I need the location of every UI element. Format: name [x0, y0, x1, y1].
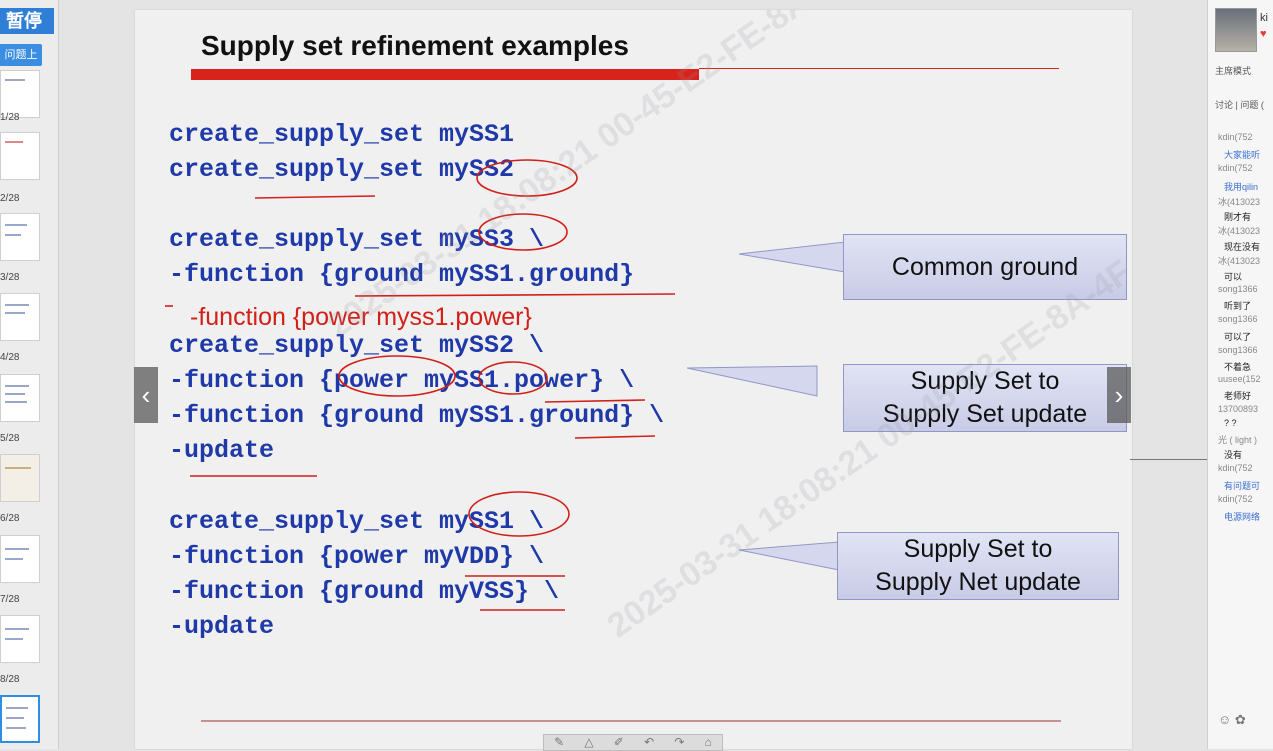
drawing-toolbar: ✎ △ ✐ ↶ ↷ ⌂: [543, 734, 723, 751]
chat-sender: uusee(152: [1218, 374, 1261, 384]
heart-icon[interactable]: ♥: [1260, 28, 1267, 40]
slide-thumbnail-6[interactable]: [0, 454, 40, 502]
chat-message: 大家能听: [1224, 150, 1261, 160]
callout-supply-set-update-line2: Supply Set update: [882, 400, 1088, 428]
redo-icon[interactable]: ↷: [674, 735, 684, 750]
thumbnail-page-label: 3/28: [0, 272, 20, 283]
thumbnail-page-label: 1/28: [0, 112, 20, 123]
slide-thumbnail-8[interactable]: [0, 615, 40, 663]
chat-message: 刚才有: [1224, 212, 1252, 222]
slide-thumbnail-sidebar: 暂停 问题上传 1/28 2/28 3/28 4/28 5/28 6/28 7/…: [0, 0, 59, 749]
slide-bottom-rule: [201, 720, 1061, 722]
chat-message: 不着急: [1224, 362, 1252, 372]
chat-sender: kdin(752: [1218, 163, 1253, 173]
chat-message: 我用qilin: [1224, 182, 1259, 192]
pointer-line: [1130, 459, 1208, 460]
chat-sender: 13700893: [1218, 404, 1259, 414]
callout-supply-net-update-line2: Supply Net update: [875, 568, 1081, 596]
chat-message: 可以了: [1224, 332, 1252, 342]
thumbnail-page-label: 5/28: [0, 433, 20, 444]
pause-badge[interactable]: 暂停: [0, 8, 54, 34]
undo-icon[interactable]: ↶: [644, 735, 654, 750]
chat-sender: kdin(752: [1218, 463, 1253, 473]
slide-thumbnail-4[interactable]: [0, 293, 40, 341]
chat-sender: kdin(752: [1218, 132, 1253, 142]
upload-question-button[interactable]: 问题上传: [0, 44, 42, 83]
shape-icon[interactable]: △: [584, 735, 593, 750]
chat-panel: ki ♥ 主席模式 讨论 | 问题 ( kdin(752 大家能听 kdin(7…: [1207, 0, 1273, 749]
chat-message: 没有: [1224, 450, 1243, 460]
chat-message: 有问题可: [1224, 481, 1261, 491]
slide-thumbnail-7[interactable]: [0, 535, 40, 583]
marker-icon[interactable]: ✐: [614, 735, 624, 750]
presenter-avatar: [1215, 8, 1257, 52]
callout-supply-net-update-line1: Supply Set to: [903, 535, 1053, 563]
slide-thumbnail-current[interactable]: [0, 695, 40, 743]
chat-message: 现在没有: [1224, 242, 1261, 252]
chat-sender: 冰(413023: [1218, 197, 1261, 207]
chat-message: ? ?: [1224, 418, 1237, 428]
lock-icon[interactable]: ⌂: [705, 735, 712, 750]
chevron-left-icon[interactable]: ‹: [134, 367, 158, 423]
chat-input-icons: ☺ ✿: [1218, 712, 1246, 728]
callout-supply-net-update: Supply Set to Supply Net update: [837, 532, 1119, 600]
callout-common-ground: Common ground: [843, 234, 1127, 300]
slide-thumbnail-2[interactable]: [0, 132, 40, 180]
emoji-icon[interactable]: ☺: [1218, 712, 1231, 727]
discussion-tabs[interactable]: 讨论 | 问题 (: [1215, 98, 1264, 111]
slide-thumbnail-1[interactable]: [0, 70, 40, 118]
chat-message: 可以: [1224, 272, 1243, 282]
callout-supply-set-update-line1: Supply Set to: [910, 367, 1060, 395]
presentation-slide: Supply set refinement examples create_su…: [135, 10, 1132, 749]
chevron-right-icon[interactable]: ›: [1107, 367, 1131, 423]
thumbnail-page-label: 4/28: [0, 352, 20, 363]
presenter-name: ki: [1260, 12, 1268, 24]
chair-mode-label[interactable]: 主席模式: [1215, 64, 1251, 77]
chat-message: 老师好: [1224, 391, 1252, 401]
thumbnail-page-label: 7/28: [0, 594, 20, 605]
chat-sender: song1366: [1218, 345, 1258, 355]
chat-sender: 冰(413023: [1218, 256, 1261, 266]
chat-sender: 光 ( light ): [1218, 435, 1258, 445]
thumbnail-page-label: 6/28: [0, 513, 20, 524]
slide-thumbnail-3[interactable]: [0, 213, 40, 261]
pen-icon[interactable]: ✎: [554, 735, 564, 750]
chat-sender: song1366: [1218, 314, 1258, 324]
chat-message: 电源网络: [1224, 512, 1261, 522]
flower-icon[interactable]: ✿: [1235, 712, 1246, 727]
slide-thumbnail-5[interactable]: [0, 374, 40, 422]
callout-supply-set-update: Supply Set to Supply Set update: [843, 364, 1127, 432]
thumbnail-page-label: 8/28: [0, 674, 20, 685]
thumbnail-page-label: 2/28: [0, 193, 20, 204]
callout-common-ground-text: Common ground: [891, 252, 1079, 281]
chat-sender: 冰(413023: [1218, 226, 1261, 236]
chat-sender: kdin(752: [1218, 494, 1253, 504]
chat-sender: song1366: [1218, 284, 1258, 294]
chat-message: 听到了: [1224, 301, 1252, 311]
